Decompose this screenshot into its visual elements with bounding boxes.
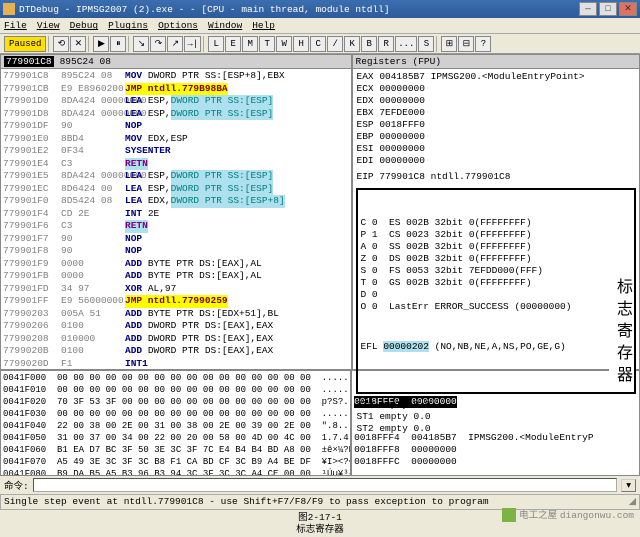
- eip-line: EIP 779901C8 ntdll.779901C8: [353, 169, 639, 185]
- menu-window[interactable]: Window: [208, 20, 242, 31]
- layout2-button[interactable]: ⊟: [458, 36, 474, 52]
- watermark: 电工之屋 diangonwu.com: [502, 507, 634, 522]
- command-label: 命令:: [4, 478, 29, 492]
- toolbar: Paused ⟲ ✕ ▶ ⏸ ↘ ↷ ↗ →| LEMTWHC/KBR...S …: [0, 34, 640, 54]
- menu-debug[interactable]: Debug: [70, 20, 99, 31]
- close-button[interactable]: ✕: [619, 2, 637, 16]
- disasm-row[interactable]: 77990208010000ADD DWORD PTR DS:[EAX],EAX: [3, 333, 349, 346]
- disasm-row[interactable]: 7799020DF1INT1: [3, 358, 349, 371]
- tb-W[interactable]: W: [276, 36, 292, 52]
- paused-indicator: Paused: [4, 36, 46, 52]
- window-title: DTDebug - IPMSG2007 (2).exe - - [CPU - m…: [19, 4, 390, 15]
- tb-L[interactable]: L: [208, 36, 224, 52]
- minimize-button[interactable]: —: [579, 2, 597, 16]
- disasm-row[interactable]: 779901F4CD 2EINT 2E: [3, 208, 349, 221]
- disasm-row[interactable]: 779902060100ADD DWORD PTR DS:[EAX],EAX: [3, 320, 349, 333]
- registers-header[interactable]: Registers (FPU): [353, 55, 639, 69]
- efl-line: EFL 00000202 (NO,NB,NE,A,NS,PO,GE,G): [361, 341, 631, 353]
- runto-button[interactable]: →|: [184, 36, 201, 52]
- menu-view[interactable]: View: [37, 20, 60, 31]
- cpu-header: 779901C8895C24 08: [1, 55, 351, 69]
- close-button-tb[interactable]: ✕: [70, 36, 86, 52]
- disasm-row[interactable]: 7799020B0100ADD DWORD PTR DS:[EAX],EAX: [3, 345, 349, 358]
- disasm-row[interactable]: 779901F790NOP: [3, 233, 349, 246]
- tb-K[interactable]: K: [344, 36, 360, 52]
- tb-E[interactable]: E: [225, 36, 241, 52]
- restart-button[interactable]: ⟲: [53, 36, 69, 52]
- disasm-row[interactable]: 779901F890NOP: [3, 245, 349, 258]
- main-area: 779901C8895C24 08 779901C8895C24 08MOV D…: [0, 54, 640, 370]
- layout1-button[interactable]: ⊞: [441, 36, 457, 52]
- pause-button[interactable]: ⏸: [110, 36, 126, 52]
- disasm-row[interactable]: 779901FFE9 56000000JMP ntdll.77990259: [3, 295, 349, 308]
- tb-T[interactable]: T: [259, 36, 275, 52]
- menu-file[interactable]: File: [4, 20, 27, 31]
- tb-S[interactable]: S: [418, 36, 434, 52]
- disasm-row[interactable]: 779901E4C3RETN: [3, 158, 349, 171]
- flags-box: C 0 ES 002B 32bit 0(FFFFFFFF) P 1 CS 002…: [356, 188, 636, 394]
- stepout-button[interactable]: ↗: [167, 36, 183, 52]
- stepinto-button[interactable]: ↘: [133, 36, 149, 52]
- disasm-row[interactable]: 779901FB0000ADD BYTE PTR DS:[EAX],AL: [3, 270, 349, 283]
- disasm-row[interactable]: 779901F90000ADD BYTE PTR DS:[EAX],AL: [3, 258, 349, 271]
- disasm-row[interactable]: 779901DF90NOP: [3, 120, 349, 133]
- side-label: 标志寄存器: [609, 275, 634, 391]
- disasm-row[interactable]: 779901FD34 97XOR AL,97: [3, 283, 349, 296]
- tb-...[interactable]: ...: [395, 36, 417, 52]
- disasm-row[interactable]: 779901CBE9 E8960200JMP ntdll.779B98BA: [3, 83, 349, 96]
- app-icon: [3, 3, 15, 15]
- help-button[interactable]: ?: [475, 36, 491, 52]
- cpu-pane[interactable]: 779901C8895C24 08 779901C8895C24 08MOV D…: [0, 54, 352, 370]
- tb-C[interactable]: C: [310, 36, 326, 52]
- disasm-row[interactable]: 779901E08BD4MOV EDX,ESP: [3, 133, 349, 146]
- tb-H[interactable]: H: [293, 36, 309, 52]
- command-bar: 命令: ▾: [0, 476, 640, 494]
- tb-M[interactable]: M: [242, 36, 258, 52]
- tb-R[interactable]: R: [378, 36, 394, 52]
- disassembly-list[interactable]: 779901C8895C24 08MOV DWORD PTR SS:[ESP+8…: [1, 69, 351, 370]
- disasm-row[interactable]: 77990203005A 51ADD BYTE PTR DS:[EDX+51],…: [3, 308, 349, 321]
- disasm-row[interactable]: 779901E20F34SYSENTER: [3, 145, 349, 158]
- window-buttons: — □ ✕: [579, 2, 637, 16]
- registers-pane[interactable]: Registers (FPU) EAX 004185B7 IPMSG200.<M…: [352, 54, 640, 370]
- titlebar: DTDebug - IPMSG2007 (2).exe - - [CPU - m…: [0, 0, 640, 18]
- disasm-row[interactable]: 779901F08D5424 08LEA EDX,DWORD PTR SS:[E…: [3, 195, 349, 208]
- disasm-row[interactable]: 779901C8895C24 08MOV DWORD PTR SS:[ESP+8…: [3, 70, 349, 83]
- hex-dump-pane[interactable]: 0041F000 00 00 00 00 00 00 00 00 00 00 0…: [0, 370, 351, 476]
- tb-/[interactable]: /: [327, 36, 343, 52]
- disasm-row[interactable]: 779901EC8D6424 00LEA ESP,DWORD PTR SS:[E…: [3, 183, 349, 196]
- stepover-button[interactable]: ↷: [150, 36, 166, 52]
- command-input[interactable]: [33, 478, 618, 492]
- maximize-button[interactable]: □: [599, 2, 617, 16]
- run-button[interactable]: ▶: [93, 36, 109, 52]
- command-dropdown[interactable]: ▾: [621, 479, 636, 492]
- st-registers: ST0 empty 0.0 ST1 empty 0.0 ST2 empty 0.…: [353, 397, 639, 437]
- tb-B[interactable]: B: [361, 36, 377, 52]
- disasm-row[interactable]: 779901E58DA424 00000000LEA ESP,DWORD PTR…: [3, 170, 349, 183]
- disasm-row[interactable]: 779901D88DA424 00000000LEA ESP,DWORD PTR…: [3, 108, 349, 121]
- disasm-row[interactable]: 779901F6C3RETN: [3, 220, 349, 233]
- menubar: File View Debug Plugins Options Window Help: [0, 18, 640, 34]
- disasm-row[interactable]: 779901D08DA424 00000000LEA ESP,DWORD PTR…: [3, 95, 349, 108]
- logo-icon: [502, 508, 516, 522]
- menu-help[interactable]: Help: [252, 20, 275, 31]
- registers-body: EAX 004185B7 IPMSG200.<ModuleEntryPoint>…: [353, 69, 639, 169]
- menu-options[interactable]: Options: [158, 20, 198, 31]
- menu-plugins[interactable]: Plugins: [108, 20, 148, 31]
